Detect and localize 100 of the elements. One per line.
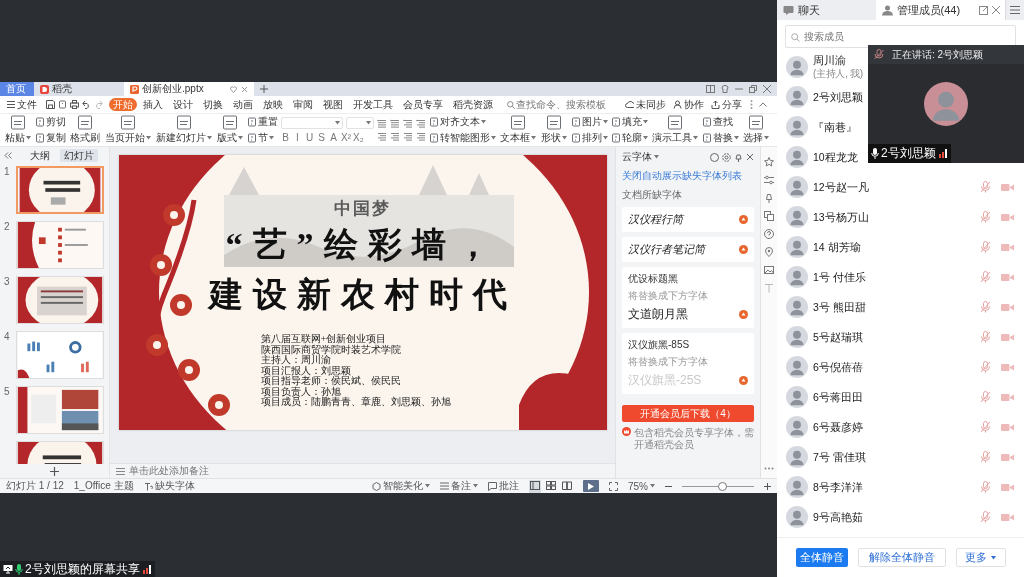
printer-icon[interactable] [70,100,79,109]
ribbon-button[interactable]: 节 [247,131,278,145]
comments-button[interactable]: 批注 [488,479,519,493]
zoom-slider[interactable] [682,481,754,491]
format-button[interactable]: X² [341,132,350,143]
ribbon-button[interactable]: 剪切 [35,115,66,129]
align-right-icon[interactable] [403,131,413,142]
zoom-in-icon[interactable] [764,482,771,490]
ribbon-button[interactable]: 版式 [216,115,244,145]
slide-thumbnail[interactable] [16,166,104,214]
slide-thumbnail[interactable] [16,276,104,324]
ribbon-button[interactable]: 形状 [540,115,568,145]
muted-microphone-icon[interactable] [980,451,991,463]
ribbon-tab[interactable]: 视图 [319,98,347,111]
collapse-icon[interactable] [4,151,12,159]
ribbon-button[interactable]: 填充 [611,115,648,129]
ribbon-tab[interactable]: 会员专享 [399,98,447,111]
ribbon-tab[interactable]: 设计 [169,98,197,111]
muted-microphone-icon[interactable] [980,181,991,193]
muted-microphone-icon[interactable] [980,391,991,403]
ribbon-button[interactable]: 替换 [702,131,739,145]
zoom-menu-button[interactable]: 75% [628,480,655,492]
slider-thumb[interactable] [717,481,727,491]
ribbon-tab[interactable]: 开发工具 [349,98,397,111]
pin-icon[interactable] [764,193,774,203]
beautify-button[interactable]: 智能美化 [372,479,430,493]
muted-microphone-icon[interactable] [980,361,991,373]
outdent-icon[interactable] [416,118,426,129]
ribbon-button[interactable]: 复制 [35,131,66,145]
notes-field[interactable]: 单击此处添加备注 [110,463,615,478]
ribbon-button[interactable]: 格式刷 [69,115,101,145]
minimize-icon[interactable] [735,85,743,93]
chevron-up-icon[interactable] [759,102,767,107]
action-button[interactable]: 全体静音 [795,548,848,567]
star-icon[interactable] [764,157,774,167]
view-button[interactable] [529,479,541,493]
layers-icon[interactable] [764,211,774,221]
close-icon[interactable] [241,85,248,93]
more-icon[interactable] [750,100,753,109]
more-icon[interactable] [764,467,774,470]
bullet-list-icon[interactable] [377,118,387,129]
restore-icon[interactable] [749,85,757,93]
muted-microphone-icon[interactable] [980,481,991,493]
indent-icon[interactable] [403,118,413,129]
format-button[interactable]: I [293,132,302,143]
format-button[interactable]: S [317,132,326,143]
view-button[interactable] [561,479,573,493]
ribbon-tab[interactable]: 稻壳资源 [449,98,497,111]
justify-icon[interactable] [416,131,426,142]
format-button[interactable]: B [281,132,290,143]
font-size-field[interactable] [346,117,374,129]
align-center-icon[interactable] [390,131,400,142]
download-icon[interactable] [739,245,748,254]
muted-microphone-icon[interactable] [980,241,991,253]
file-menu-button[interactable]: 文件 [4,97,40,112]
ribbon-button[interactable]: 排列 [571,131,608,145]
save-icon[interactable] [46,100,55,109]
close-icon[interactable] [746,152,754,161]
panel-tab[interactable]: 管理成员(44) [875,0,974,20]
action-button[interactable]: 更多 [955,548,1006,567]
muted-microphone-icon[interactable] [980,211,991,223]
notes-button[interactable]: 备注 [440,479,478,493]
ribbon-button[interactable]: 转智能图形 [429,131,496,145]
undo-icon[interactable] [82,100,91,109]
muted-microphone-icon[interactable] [980,421,991,433]
settings-icon[interactable] [722,152,731,162]
muted-microphone-icon[interactable] [980,301,991,313]
close-icon[interactable] [763,85,771,93]
close-icon[interactable] [992,6,1000,14]
window-layout-icon[interactable] [706,85,715,93]
chat-bubble-icon[interactable] [710,152,719,162]
text-icon[interactable] [764,283,774,293]
panel-tab[interactable]: 大纲 [25,148,54,162]
ribbon-tab[interactable]: 插入 [139,98,167,111]
format-button[interactable]: A [329,132,338,143]
ribbon-button[interactable]: 演示工具 [651,115,699,145]
action-button[interactable]: 解除全体静音 [857,548,946,567]
pop-out-icon[interactable] [979,5,988,15]
view-button[interactable] [545,479,557,493]
muted-microphone-icon[interactable] [980,271,991,283]
redo-icon[interactable] [94,100,103,109]
ribbon-button[interactable]: 文本框 [499,115,537,145]
muted-microphone-icon[interactable] [980,331,991,343]
add-slide-icon[interactable] [50,466,59,476]
document-tab[interactable]: 创新创业.pptx [124,82,254,96]
slide-thumbnail[interactable] [16,331,104,379]
ribbon-button[interactable]: 当页开始 [104,115,152,145]
fit-window-icon[interactable] [609,481,618,491]
location-icon[interactable] [764,247,774,257]
font-name-field[interactable] [281,117,343,129]
numbered-list-icon[interactable] [390,118,400,129]
help-icon[interactable] [764,229,774,239]
pin-icon[interactable] [734,152,743,162]
ribbon-tab[interactable]: 审阅 [289,98,317,111]
search-field[interactable]: 查找命令、搜索模板 [505,98,609,111]
ribbon-button[interactable]: 对齐文本 [429,115,496,129]
panel-tab[interactable]: 聊天 [777,0,876,20]
link[interactable]: 关闭自动展示缺失字体列表 [622,169,754,183]
download-icon[interactable] [739,310,748,319]
ribbon-button[interactable]: 新建幻灯片 [155,115,213,145]
